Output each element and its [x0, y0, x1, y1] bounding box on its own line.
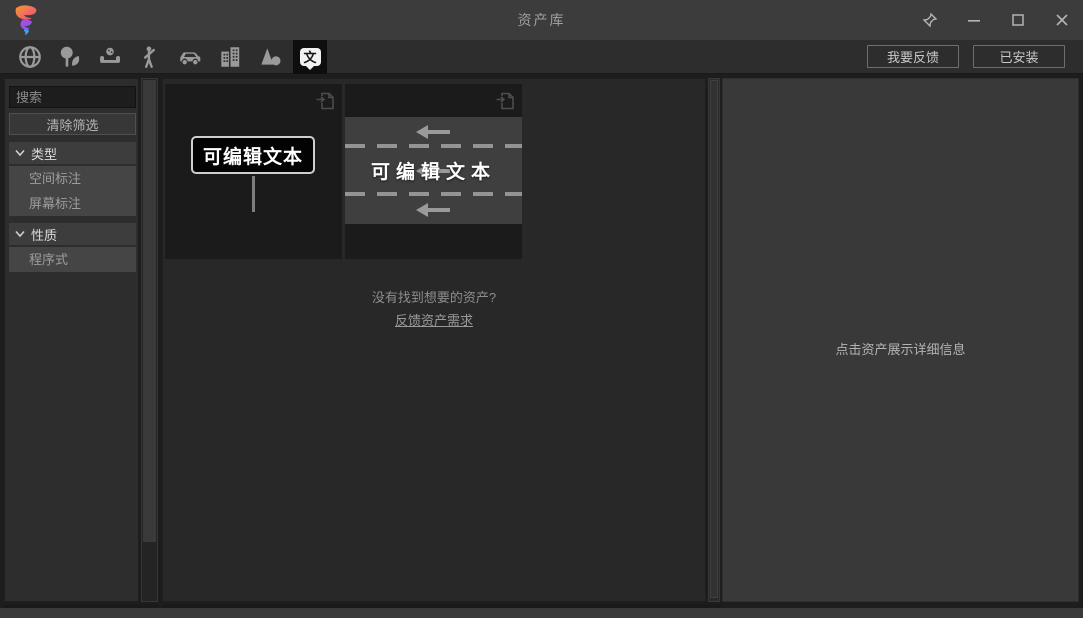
place-asset-icon[interactable] — [314, 90, 336, 112]
request-asset-link[interactable]: 反馈资产需求 — [163, 310, 705, 330]
toolbar-buttons: 我要反馈 已安装 — [867, 45, 1065, 68]
installed-button[interactable]: 已安装 — [973, 45, 1065, 68]
place-asset-icon[interactable] — [494, 90, 516, 112]
asset-library-window: 资产库 — [0, 0, 1083, 618]
tab-vehicles[interactable] — [170, 40, 210, 74]
asset-grid-scrollbar[interactable] — [708, 78, 720, 602]
lane-dash-line — [345, 192, 522, 196]
empty-hint-text: 没有找到想要的资产? — [163, 287, 705, 306]
section-header-property[interactable]: 性质 — [9, 223, 136, 245]
lane-arrow-icon — [416, 203, 450, 217]
search-input[interactable] — [9, 86, 136, 108]
detail-hint-text: 点击资产展示详细信息 — [723, 339, 1078, 358]
chevron-down-icon — [15, 149, 25, 157]
section-label: 类型 — [31, 144, 57, 163]
filter-item-procedural[interactable]: 程序式 — [9, 247, 136, 272]
filter-sidebar: 清除筛选 类型 空间标注 屏幕标注 性质 程序式 — [4, 78, 139, 602]
minimize-icon[interactable] — [965, 11, 983, 29]
type-items: 空间标注 屏幕标注 — [9, 166, 136, 216]
scrollbar-thumb[interactable] — [143, 80, 156, 542]
close-icon[interactable] — [1053, 11, 1071, 29]
window-bottom-edge — [0, 608, 1083, 618]
window-controls — [921, 0, 1071, 40]
category-tabs: 文 — [0, 40, 330, 74]
sidebar-scrollbar[interactable] — [141, 78, 158, 602]
maximize-icon[interactable] — [1009, 11, 1027, 29]
section-header-type[interactable]: 类型 — [9, 142, 136, 164]
road-thumbnail: 可编辑文本 — [345, 117, 522, 224]
section-label: 性质 — [31, 225, 57, 244]
detail-panel: 点击资产展示详细信息 — [722, 78, 1079, 602]
tab-vegetation[interactable] — [50, 40, 90, 74]
tab-globe[interactable] — [10, 40, 50, 74]
tab-props[interactable] — [90, 40, 130, 74]
asset-grid-panel: 可编辑文本 可编辑文本 — [162, 78, 706, 602]
text-icon: 文 — [300, 48, 321, 66]
lane-arrow-icon — [416, 125, 450, 139]
lane-dash-line — [345, 144, 522, 148]
tab-characters[interactable] — [130, 40, 170, 74]
filter-item-screen[interactable]: 屏幕标注 — [9, 191, 136, 216]
tab-shapes[interactable] — [250, 40, 290, 74]
pin-icon[interactable] — [921, 11, 939, 29]
asset-card-sign-text[interactable]: 可编辑文本 — [165, 84, 342, 259]
sign-thumbnail-text: 可编辑文本 — [191, 136, 315, 174]
feedback-button[interactable]: 我要反馈 — [867, 45, 959, 68]
titlebar: 资产库 — [0, 0, 1083, 40]
sign-pole — [252, 176, 255, 212]
tab-text[interactable]: 文 — [293, 40, 327, 74]
chevron-down-icon — [15, 230, 25, 238]
tab-buildings[interactable] — [210, 40, 250, 74]
road-thumbnail-text: 可编辑文本 — [345, 157, 522, 184]
scrollbar-thumb[interactable] — [710, 80, 718, 598]
content-area: 清除筛选 类型 空间标注 屏幕标注 性质 程序式 — [0, 74, 1083, 608]
filter-item-spatial[interactable]: 空间标注 — [9, 166, 136, 191]
property-items: 程序式 — [9, 247, 136, 272]
text-icon-glyph: 文 — [303, 47, 316, 66]
asset-card-road-text[interactable]: 可编辑文本 — [345, 84, 522, 259]
clear-filters-button[interactable]: 清除筛选 — [9, 113, 136, 135]
